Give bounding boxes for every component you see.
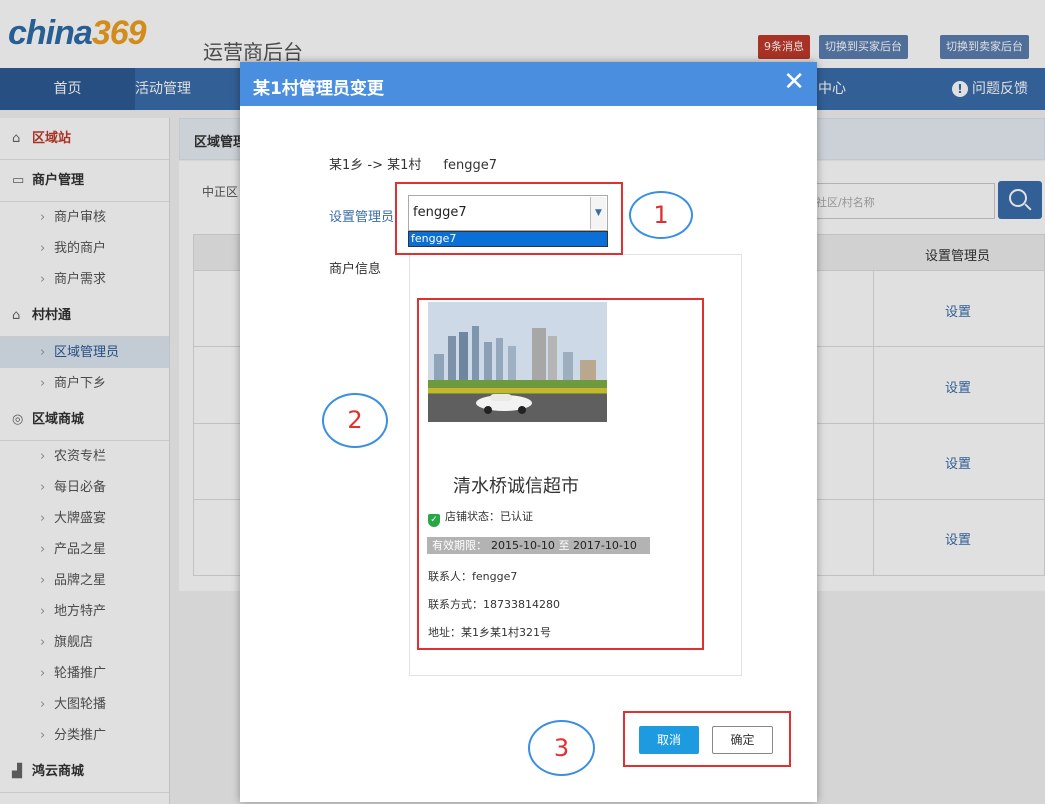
annotation-box-2 (417, 298, 704, 650)
annotation-circle-3: 3 (528, 720, 595, 776)
path-text: 某1乡 -> 某1村 (329, 158, 422, 173)
dialog-header: 某1村管理员变更 ✕ (240, 62, 817, 106)
set-admin-label: 设置管理员 (329, 210, 395, 225)
close-icon[interactable]: ✕ (783, 69, 805, 95)
annotation-box-3 (623, 711, 791, 767)
dialog-title: 某1村管理员变更 (253, 79, 384, 99)
village-path: 某1乡 -> 某1村 fengge7 (329, 154, 497, 173)
annotation-box-1 (395, 182, 623, 255)
annotation-circle-1: 1 (629, 191, 693, 239)
merchant-info-label: 商户信息 (329, 262, 382, 277)
annotation-circle-2: 2 (322, 393, 388, 448)
current-admin: fengge7 (443, 158, 497, 173)
